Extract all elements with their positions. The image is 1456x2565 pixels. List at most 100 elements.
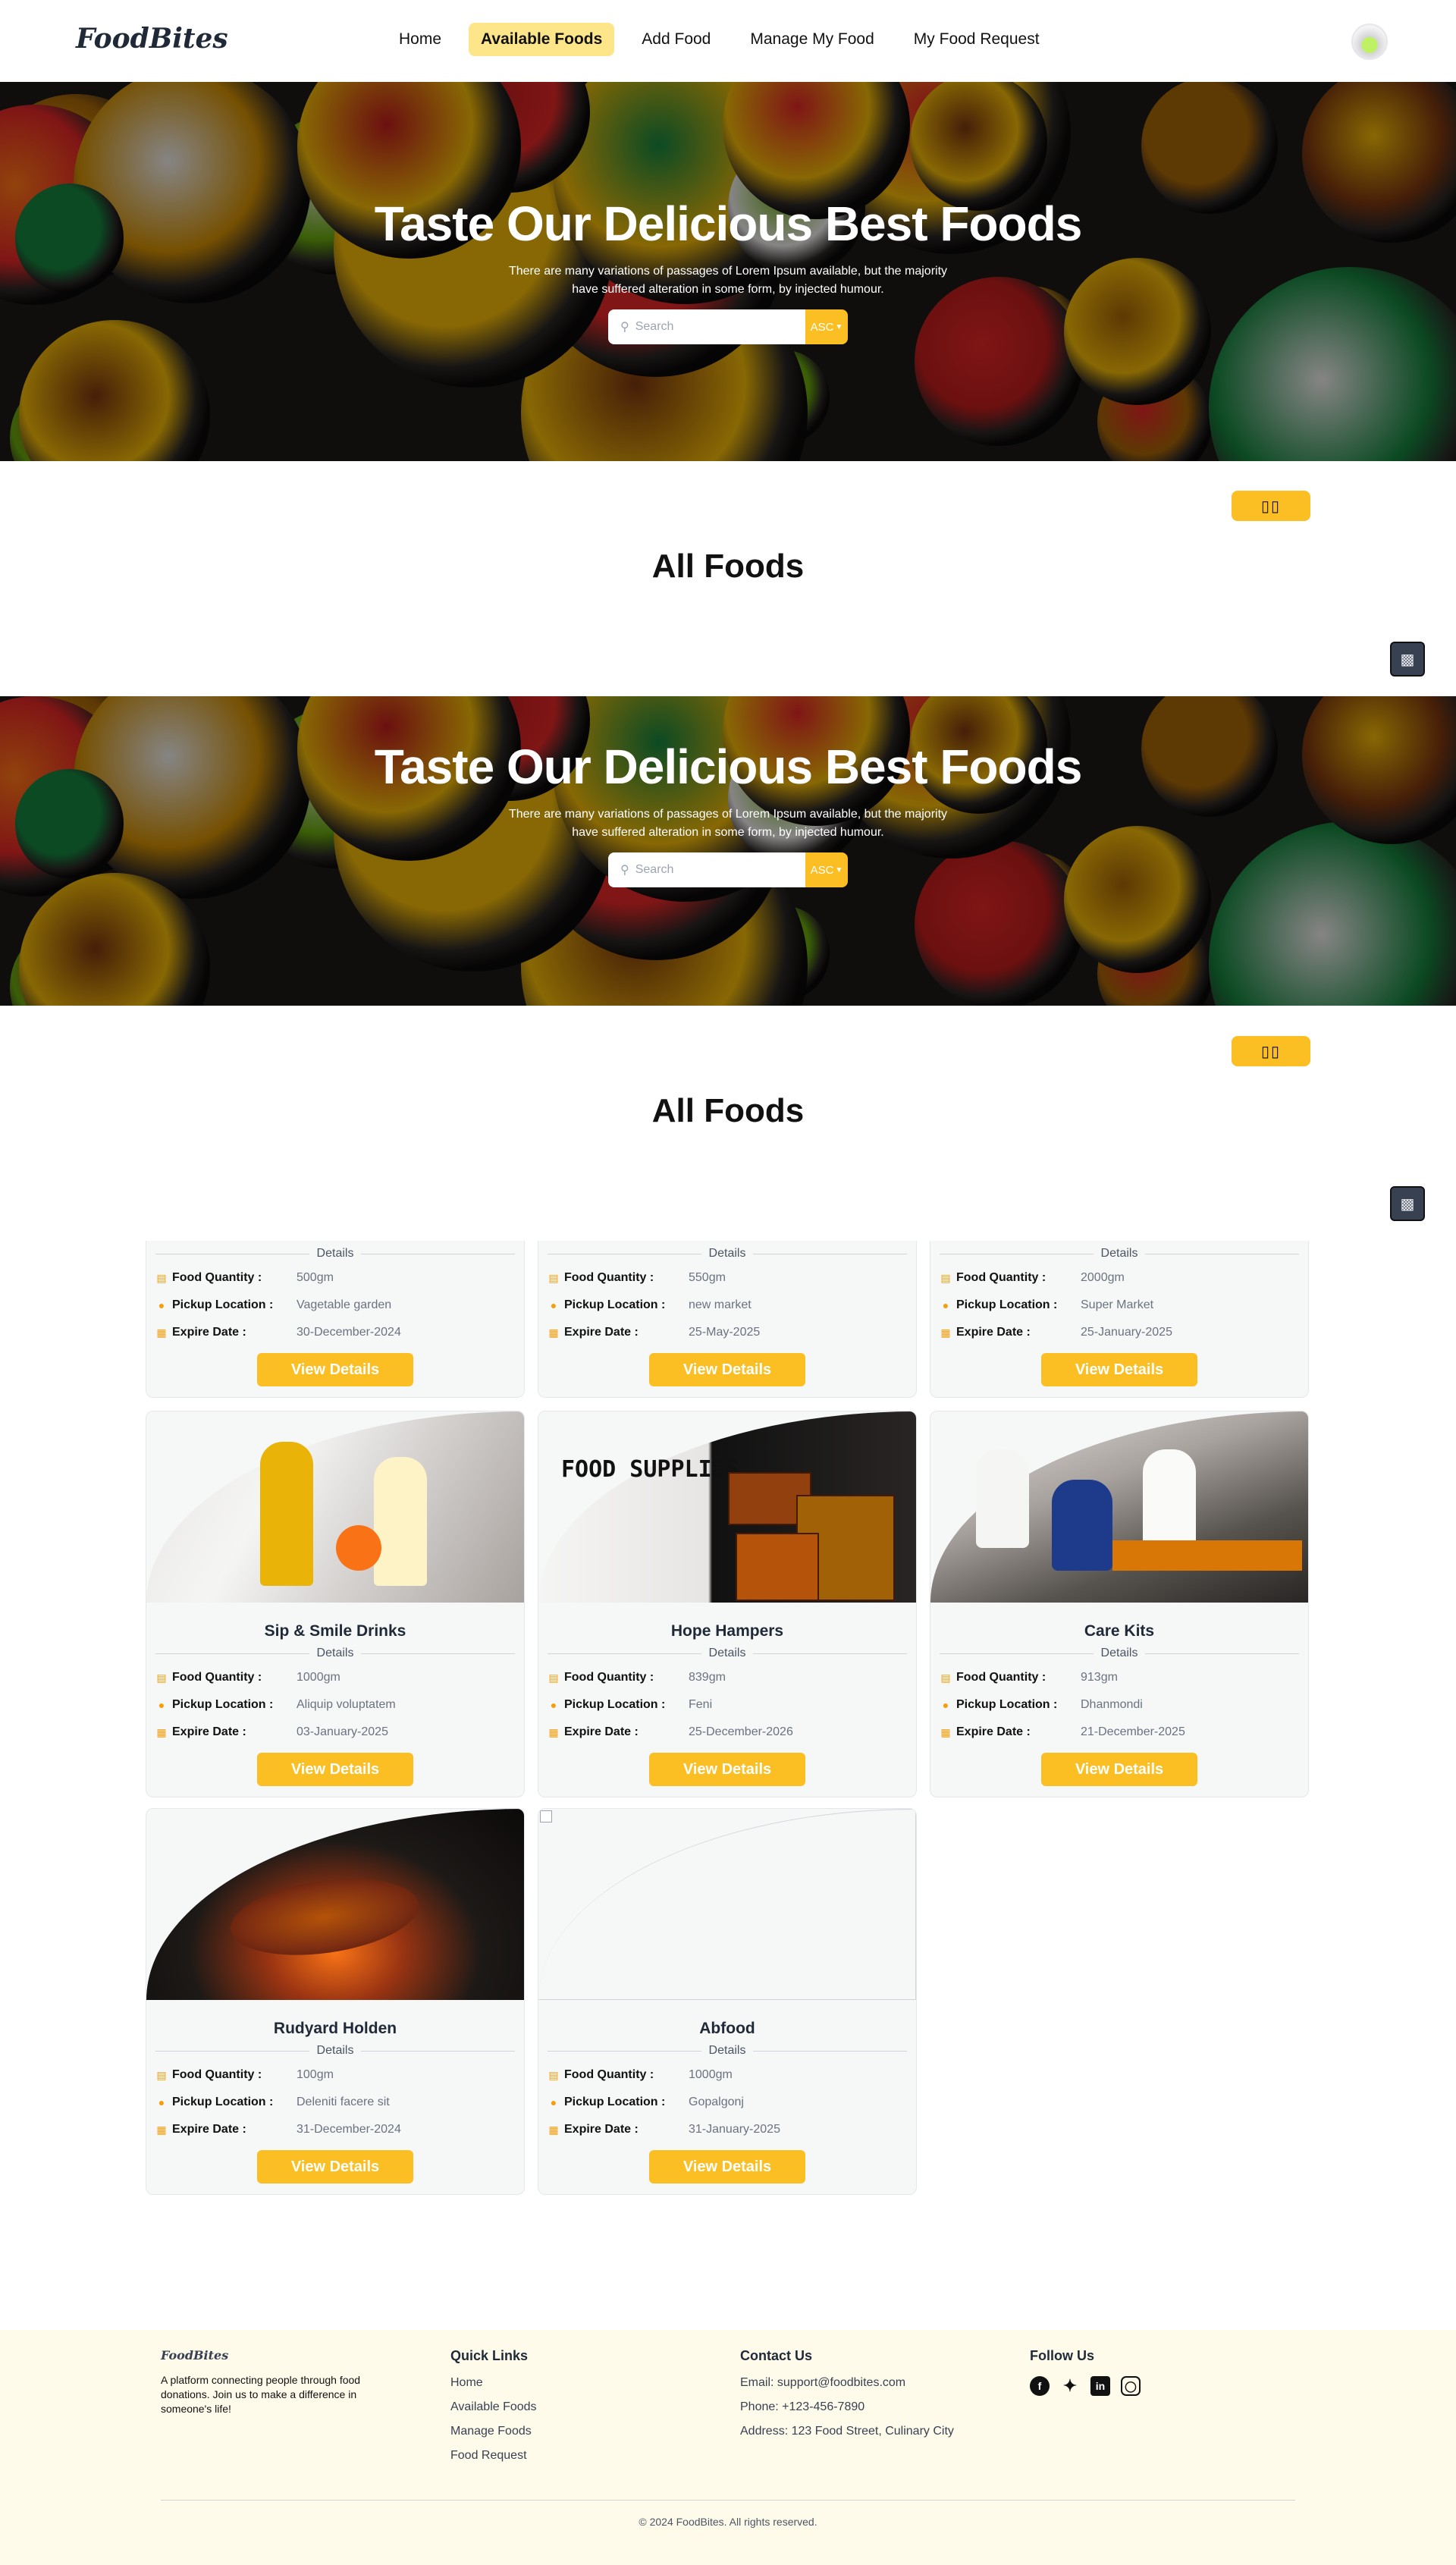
hero-title: Taste Our Delicious Best Foods: [374, 196, 1083, 251]
view-details-button[interactable]: View Details: [1041, 1353, 1197, 1386]
linkedin-icon[interactable]: in: [1090, 2376, 1110, 2396]
contact-address: Address: 123 Food Street, Culinary City: [740, 2425, 954, 2438]
calendar-icon: ▦: [548, 1725, 559, 1738]
food-card: FOOD SUPPLIES Hope Hampers Details ▤ Food…: [538, 1411, 917, 1797]
instagram-icon[interactable]: ◯: [1121, 2376, 1141, 2396]
section-title: All Foods: [651, 548, 805, 585]
layout-toggle-button[interactable]: ▯▯: [1232, 1036, 1310, 1066]
chat-widget-icon[interactable]: ▩: [1390, 1186, 1425, 1221]
contact-phone: Phone: +123-456-7890: [740, 2400, 865, 2413]
food-quantity-row: ▤ Food Quantity :2000gm: [940, 1271, 1125, 1284]
quantity-icon: ▤: [548, 1671, 559, 1684]
location-pin-icon: ●: [550, 2096, 557, 2108]
details-heading: Details: [548, 1247, 907, 1261]
food-quantity-row: ▤ Food Quantity :500gm: [156, 1271, 334, 1284]
food-image[interactable]: [146, 1411, 524, 1603]
details-heading: Details: [155, 2044, 515, 2058]
main-menu: Home Available Foods Add Food Manage My …: [387, 23, 1052, 56]
brand-logo[interactable]: FoodBites: [76, 23, 228, 55]
calendar-icon: ▦: [156, 1326, 167, 1339]
hero-text: There are many variations of passages of…: [508, 808, 948, 839]
food-quantity-row: ▤ Food Quantity :1000gm: [156, 1671, 340, 1684]
view-details-button[interactable]: View Details: [649, 1353, 805, 1386]
hero-banner-duplicate: Taste Our Delicious Best Foods There are…: [0, 696, 1456, 1006]
food-image[interactable]: [146, 1809, 524, 2000]
food-name: Hope Hampers: [670, 1622, 784, 1640]
footer-link-manage-foods[interactable]: Manage Foods: [450, 2425, 537, 2438]
calendar-icon: ▦: [548, 2123, 559, 2136]
view-details-button[interactable]: View Details: [257, 2150, 413, 2184]
pickup-location-row: ● Pickup Location : Gopalgonj: [548, 2092, 907, 2112]
footer: FoodBites A platform connecting people t…: [0, 2330, 1456, 2565]
pickup-location-row: ● Pickup Location : Feni: [548, 1695, 907, 1715]
footer-tagline: A platform connecting people through foo…: [161, 2374, 361, 2415]
details-heading: Details: [940, 1247, 1299, 1261]
footer-link-available-foods[interactable]: Available Foods: [450, 2400, 537, 2414]
food-card: Rudyard Holden Details ▤ Food Quantity :1…: [146, 1808, 525, 2195]
sort-select[interactable]: ASC ▼: [805, 852, 848, 887]
view-details-button[interactable]: View Details: [649, 1753, 805, 1786]
chevron-down-icon: ▼: [835, 322, 843, 331]
sort-select[interactable]: ASC ▼: [805, 309, 848, 344]
quantity-icon: ▤: [156, 2068, 167, 2081]
location-pin-icon: ●: [158, 2096, 165, 2108]
food-card: Sip & Smile Drinks Details ▤ Food Quantit…: [146, 1411, 525, 1797]
food-card: Abfood Details ▤ Food Quantity :1000gm ● P…: [538, 1808, 917, 2195]
food-image[interactable]: [538, 1809, 916, 2000]
footer-link-home[interactable]: Home: [450, 2376, 537, 2390]
chat-widget-icon[interactable]: ▩: [1390, 642, 1425, 677]
food-name: Care Kits: [1084, 1622, 1155, 1640]
nav-my-food-request[interactable]: My Food Request: [902, 23, 1052, 56]
food-name: Abfood: [699, 2020, 755, 2037]
quantity-icon: ▤: [548, 2068, 559, 2081]
layout-toggle-button[interactable]: ▯▯: [1232, 491, 1310, 521]
food-quantity-row: ▤ Food Quantity :550gm: [548, 1271, 726, 1284]
quantity-icon: ▤: [156, 1271, 167, 1284]
calendar-icon: ▦: [548, 1326, 559, 1339]
view-details-button[interactable]: View Details: [649, 2150, 805, 2184]
social-links: f ✦ in ◯: [1030, 2376, 1141, 2396]
broken-image-icon: [540, 1810, 552, 1822]
food-card: Details ▤ Food Quantity :2000gm ● Pickup L…: [930, 1241, 1309, 1398]
calendar-icon: ▦: [156, 1725, 167, 1738]
expire-date-row: ▦ Expire Date :31-January-2025: [548, 2123, 780, 2136]
search-bar: ⚲ Search ASC ▼: [608, 309, 848, 344]
twitter-icon[interactable]: ✦: [1060, 2376, 1080, 2396]
nav-add-food[interactable]: Add Food: [629, 23, 723, 56]
search-input[interactable]: ⚲ Search: [608, 309, 805, 344]
expire-date-row: ▦ Expire Date :30-December-2024: [156, 1326, 401, 1339]
user-avatar[interactable]: [1351, 24, 1388, 60]
nav-manage-my-food[interactable]: Manage My Food: [738, 23, 886, 56]
footer-link-food-request[interactable]: Food Request: [450, 2449, 537, 2463]
facebook-icon[interactable]: f: [1030, 2376, 1050, 2396]
contact-email: Email: support@foodbites.com: [740, 2376, 906, 2389]
food-name: Rudyard Holden: [273, 2020, 397, 2037]
expire-date-row: ▦ Expire Date :25-May-2025: [548, 1326, 761, 1339]
food-image[interactable]: FOOD SUPPLIES: [538, 1411, 916, 1603]
expire-date-row: ▦ Expire Date :21-December-2025: [940, 1725, 1185, 1738]
details-heading: Details: [155, 1647, 515, 1660]
pickup-location-row: ● Pickup Location : new market: [548, 1295, 907, 1315]
food-image[interactable]: [930, 1411, 1308, 1603]
search-input[interactable]: ⚲ Search: [608, 852, 805, 887]
food-quantity-row: ▤ Food Quantity :1000gm: [548, 2068, 733, 2081]
calendar-icon: ▦: [156, 2123, 167, 2136]
search-icon: ⚲: [620, 321, 629, 334]
hero-title: Taste Our Delicious Best Foods: [374, 739, 1083, 794]
view-details-button[interactable]: View Details: [257, 1753, 413, 1786]
section-title: All Foods: [651, 1092, 805, 1129]
chevron-down-icon: ▼: [835, 865, 843, 874]
expire-date-row: ▦ Expire Date :03-January-2025: [156, 1725, 388, 1738]
view-details-button[interactable]: View Details: [257, 1353, 413, 1386]
food-quantity-row: ▤ Food Quantity :839gm: [548, 1671, 726, 1684]
location-pin-icon: ●: [550, 1299, 557, 1311]
hero-banner: Taste Our Delicious Best Foods There are…: [0, 82, 1456, 461]
food-quantity-row: ▤ Food Quantity :913gm: [940, 1671, 1118, 1684]
search-bar: ⚲ Search ASC ▼: [608, 852, 848, 887]
view-details-button[interactable]: View Details: [1041, 1753, 1197, 1786]
food-card: Details ▤ Food Quantity :550gm ● Pickup Lo…: [538, 1241, 917, 1398]
nav-available-foods[interactable]: Available Foods: [469, 23, 615, 56]
expire-date-row: ▦ Expire Date :25-January-2025: [940, 1326, 1172, 1339]
nav-home[interactable]: Home: [387, 23, 453, 56]
pickup-location-row: ● Pickup Location : Aliquip voluptatem: [155, 1695, 515, 1715]
